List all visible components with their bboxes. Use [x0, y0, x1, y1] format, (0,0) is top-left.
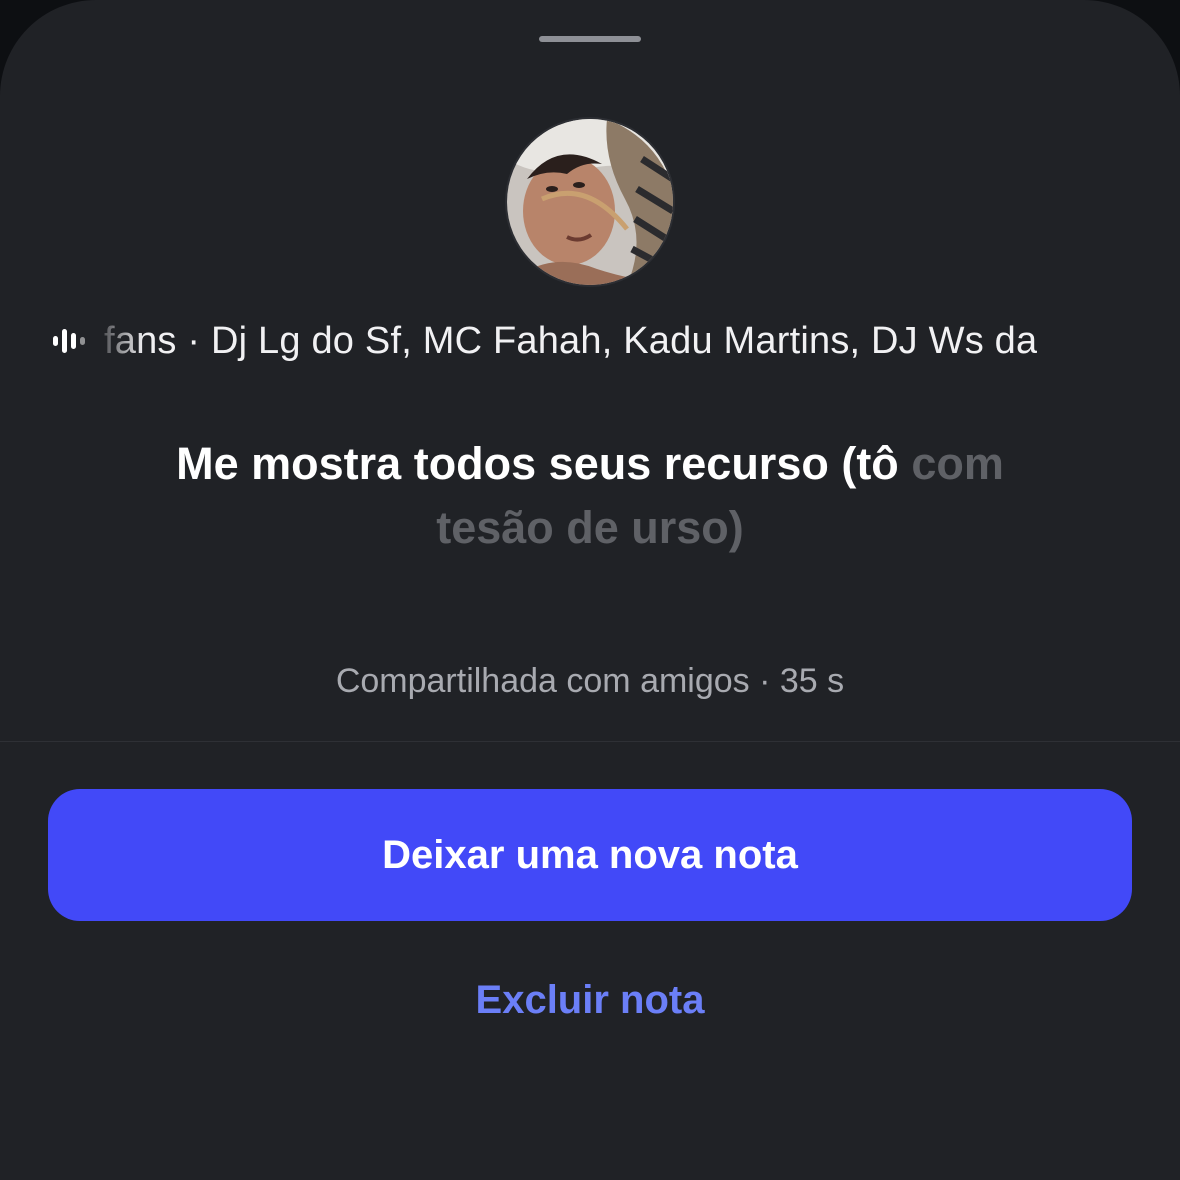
track-artists: · Dj Lg do Sf, MC Fahah, Kadu Martins, D…: [176, 319, 1038, 362]
leave-new-note-button[interactable]: Deixar uma nova nota: [48, 789, 1132, 921]
music-track-info: fans · Dj Lg do Sf, MC Fahah, Kadu Marti…: [104, 320, 1037, 363]
audio-waveform-icon: [53, 329, 85, 353]
profile-photo: [507, 119, 673, 285]
sheet-grabber-handle[interactable]: [539, 36, 641, 42]
music-attachment[interactable]: fans · Dj Lg do Sf, MC Fahah, Kadu Marti…: [52, 316, 1132, 366]
note-bottom-sheet: fans · Dj Lg do Sf, MC Fahah, Kadu Marti…: [0, 0, 1180, 1180]
divider: [0, 741, 1180, 742]
track-title: fans: [104, 319, 177, 362]
sharing-status: Compartilhada com amigos · 35 s: [335, 662, 845, 700]
note-text-visible: Me mostra todos seus recurso (tô: [176, 438, 899, 489]
avatar: [505, 117, 675, 287]
note-text: Me mostra todos seus recurso (tô com tes…: [120, 432, 1060, 560]
delete-note-button[interactable]: Excluir nota: [390, 968, 790, 1032]
